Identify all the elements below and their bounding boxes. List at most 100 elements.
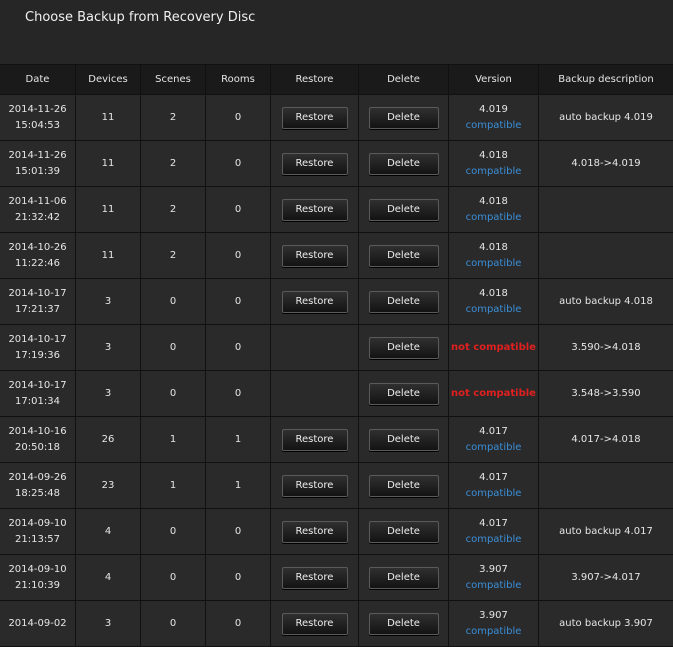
restore-button[interactable]: Restore [281, 290, 348, 313]
rooms-count: 0 [206, 95, 271, 140]
version-number: 4.017 [479, 471, 508, 483]
version-cell: not compatible [449, 371, 539, 416]
devices-count: 11 [76, 187, 141, 232]
delete-button[interactable]: Delete [368, 244, 439, 267]
compatibility-status: compatible [465, 625, 522, 637]
delete-button[interactable]: Delete [368, 428, 439, 451]
backup-time: 17:01:34 [15, 395, 60, 407]
version-cell: 4.018 compatible [449, 279, 539, 324]
version-cell: 4.017 compatible [449, 463, 539, 508]
backup-time: 21:13:57 [15, 533, 60, 545]
restore-cell: Restore [271, 95, 359, 140]
delete-button[interactable]: Delete [368, 336, 439, 359]
delete-button[interactable]: Delete [368, 520, 439, 543]
backup-date: 2014-10-17 [8, 333, 67, 345]
table-row: 2014-10-17 17:01:34 3 0 0 Delete not compatibl… [0, 371, 673, 417]
delete-cell: Delete [359, 463, 449, 508]
delete-button[interactable]: Delete [368, 152, 439, 175]
backup-time: 15:01:39 [15, 165, 60, 177]
restore-cell: Restore [271, 279, 359, 324]
delete-cell: Delete [359, 371, 449, 416]
restore-cell: Restore [271, 141, 359, 186]
backup-description: 3.548->3.590 [571, 387, 641, 399]
restore-cell [271, 325, 359, 370]
compatibility-status: compatible [465, 211, 522, 223]
version-cell: 3.907 compatible [449, 555, 539, 600]
scenes-count: 2 [141, 187, 206, 232]
backup-time: 21:10:39 [15, 579, 60, 591]
delete-button[interactable]: Delete [368, 198, 439, 221]
restore-button[interactable]: Restore [281, 520, 348, 543]
table-row: 2014-11-26 15:04:53 11 2 0 Restore Delete 4.019… [0, 95, 673, 141]
backup-date: 2014-10-16 [8, 425, 67, 437]
delete-button[interactable]: Delete [368, 382, 439, 405]
version-cell: 4.018 compatible [449, 187, 539, 232]
backup-date: 2014-10-17 [8, 287, 67, 299]
version-cell: 4.018 compatible [449, 233, 539, 278]
version-number: 4.017 [479, 517, 508, 529]
restore-button[interactable]: Restore [281, 152, 348, 175]
restore-button[interactable]: Restore [281, 244, 348, 267]
restore-cell: Restore [271, 233, 359, 278]
scenes-count: 0 [141, 325, 206, 370]
scenes-count: 2 [141, 141, 206, 186]
version-cell: 4.017 compatible [449, 509, 539, 554]
table-row: 2014-10-26 11:22:46 11 2 0 Restore Delete 4.018… [0, 233, 673, 279]
table-header: Date Devices Scenes Rooms Restore Delete… [0, 65, 673, 95]
backup-description [539, 187, 673, 232]
restore-button[interactable]: Restore [281, 474, 348, 497]
delete-cell: Delete [359, 279, 449, 324]
delete-button[interactable]: Delete [368, 290, 439, 313]
backup-description: 3.590->4.018 [571, 341, 641, 353]
scenes-count: 1 [141, 463, 206, 508]
delete-cell: Delete [359, 95, 449, 140]
rooms-count: 0 [206, 141, 271, 186]
backup-time: 17:21:37 [15, 303, 60, 315]
delete-button[interactable]: Delete [368, 566, 439, 589]
compatibility-status: not compatible [451, 341, 536, 353]
restore-button[interactable]: Restore [281, 566, 348, 589]
table-row: 2014-09-26 18:25:48 23 1 1 Restore Delete 4.017… [0, 463, 673, 509]
devices-count: 3 [76, 371, 141, 416]
date-cell: 2014-10-17 17:19:36 [0, 325, 76, 370]
header-delete: Delete [359, 65, 449, 94]
rooms-count: 1 [206, 417, 271, 462]
delete-button[interactable]: Delete [368, 474, 439, 497]
devices-count: 23 [76, 463, 141, 508]
header-date: Date [0, 65, 76, 94]
devices-count: 4 [76, 555, 141, 600]
restore-button[interactable]: Restore [281, 428, 348, 451]
restore-cell [271, 371, 359, 416]
scenes-count: 1 [141, 417, 206, 462]
date-cell: 2014-10-17 17:21:37 [0, 279, 76, 324]
version-number: 4.018 [479, 241, 508, 253]
devices-count: 26 [76, 417, 141, 462]
version-number: 4.017 [479, 425, 508, 437]
backup-description [539, 233, 673, 278]
restore-cell: Restore [271, 509, 359, 554]
backup-time: 11:22:46 [15, 257, 60, 269]
restore-button[interactable]: Restore [281, 198, 348, 221]
scenes-count: 2 [141, 233, 206, 278]
date-cell: 2014-11-26 15:01:39 [0, 141, 76, 186]
table-row: 2014-10-16 20:50:18 26 1 1 Restore Delete 4.017… [0, 417, 673, 463]
devices-count: 11 [76, 233, 141, 278]
header-description: Backup description [558, 73, 654, 85]
backup-date: 2014-11-26 [8, 149, 67, 161]
table-row: 2014-09-10 21:10:39 4 0 0 Restore Delete 3.907 c… [0, 555, 673, 601]
delete-cell: Delete [359, 509, 449, 554]
date-cell: 2014-11-26 15:04:53 [0, 95, 76, 140]
restore-button[interactable]: Restore [281, 106, 348, 129]
version-number: 4.019 [479, 103, 508, 115]
compatibility-status: not compatible [451, 387, 536, 399]
delete-button[interactable]: Delete [368, 106, 439, 129]
version-number: 3.907 [479, 609, 508, 621]
devices-count: 4 [76, 509, 141, 554]
backup-description: auto backup 4.018 [559, 295, 653, 307]
restore-cell: Restore [271, 417, 359, 462]
compatibility-status: compatible [465, 303, 522, 315]
table-row: 2014-09-10 21:13:57 4 0 0 Restore Delete 4.017 c… [0, 509, 673, 555]
delete-cell: Delete [359, 417, 449, 462]
compatibility-status: compatible [465, 441, 522, 453]
compatibility-status: compatible [465, 579, 522, 591]
